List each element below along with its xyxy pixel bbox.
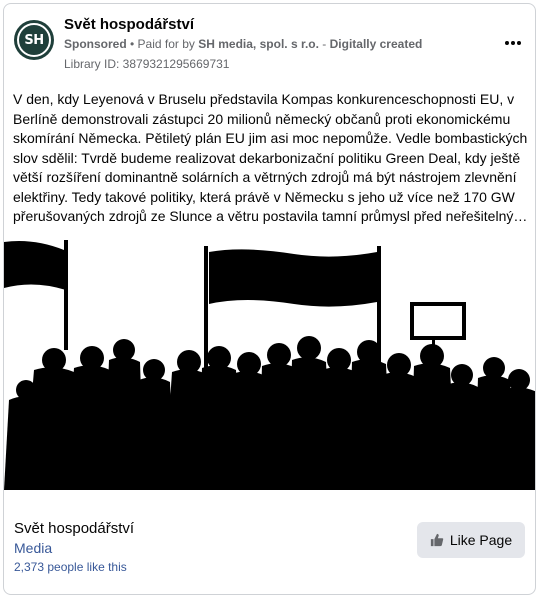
page-title[interactable]: Svět hospodářství	[64, 16, 194, 33]
payer-name[interactable]: SH media, spol. s r.o.	[198, 37, 319, 51]
post-image[interactable]	[4, 240, 535, 506]
more-horizontal-icon	[517, 41, 521, 45]
digitally-created-label: Digitally created	[329, 37, 423, 51]
post-body-text: V den, kdy Leyenová v Bruselu představil…	[13, 91, 528, 224]
library-id: Library ID: 3879321295669731	[64, 57, 230, 71]
meta-separator: •	[126, 37, 138, 51]
avatar-initials: SH	[24, 32, 44, 48]
footer-category-link[interactable]: Media	[14, 540, 52, 556]
more-options-button[interactable]	[503, 36, 523, 50]
avatar[interactable]: SH	[14, 20, 54, 60]
footer-likes-count[interactable]: 2,373 people like this	[14, 560, 127, 574]
like-page-label: Like Page	[449, 532, 513, 548]
post-header: SH Svět hospodářství Sponsored • Paid fo…	[14, 16, 525, 76]
footer-page-name[interactable]: Svět hospodářství	[14, 520, 134, 537]
sponsored-meta: Sponsored • Paid for by SH media, spol. …	[64, 37, 422, 51]
more-horizontal-icon	[511, 41, 515, 45]
avatar-ring: SH	[17, 23, 51, 57]
sponsored-label: Sponsored	[64, 37, 127, 51]
more-horizontal-icon	[505, 41, 509, 45]
like-page-button[interactable]: Like Page	[417, 522, 525, 558]
ad-card: SH Svět hospodářství Sponsored • Paid fo…	[3, 3, 536, 595]
protest-silhouette-image	[4, 240, 535, 490]
meta-dash: -	[318, 37, 330, 51]
paid-for-label: Paid for by	[137, 37, 199, 51]
thumbs-up-icon	[430, 533, 444, 547]
